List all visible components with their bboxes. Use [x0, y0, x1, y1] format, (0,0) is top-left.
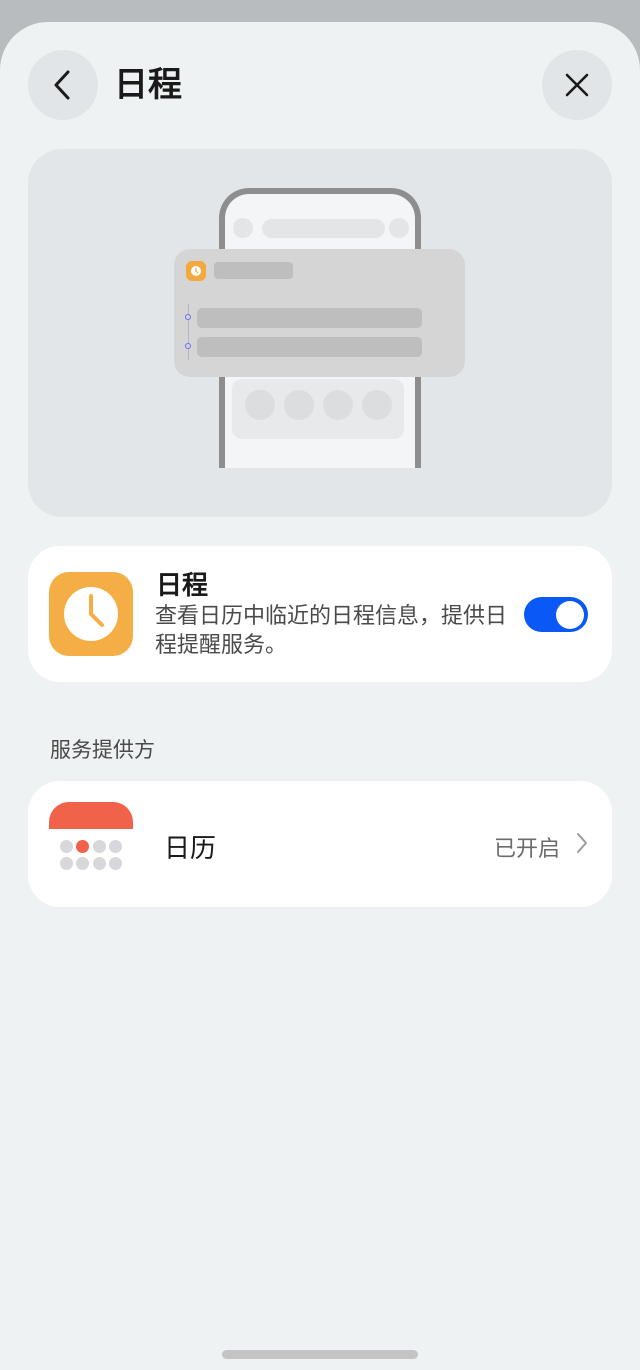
close-button[interactable]	[542, 50, 612, 120]
provider-name: 日历	[164, 834, 217, 864]
phone-app-dot	[245, 390, 275, 420]
schedule-toggle[interactable]	[524, 597, 588, 632]
notification-illustration	[174, 249, 465, 377]
home-indicator[interactable]	[222, 1350, 418, 1359]
phone-status-dot	[389, 218, 409, 238]
phone-status-dot	[233, 218, 253, 238]
back-button[interactable]	[28, 50, 98, 120]
timeline-line	[187, 304, 189, 360]
schedule-description: 查看日历中临近的日程信息，提供日程提醒服务。	[155, 604, 508, 658]
calendar-icon	[49, 802, 133, 886]
close-icon	[565, 73, 589, 97]
phone-app-dot	[323, 390, 353, 420]
provider-status: 已开启	[493, 837, 560, 862]
timeline-dot	[185, 314, 191, 320]
page-title: 日程	[114, 65, 182, 105]
clock-icon	[49, 572, 133, 656]
provider-item-calendar[interactable]: 日历 已开启	[28, 781, 612, 907]
notification-line-placeholder	[197, 308, 422, 328]
chevron-left-icon	[54, 70, 70, 100]
schedule-title: 日程	[156, 571, 209, 601]
toggle-knob	[556, 600, 584, 629]
chevron-right-icon	[577, 833, 587, 853]
section-title-providers: 服务提供方	[50, 738, 155, 762]
feature-illustration	[28, 149, 612, 517]
timeline-dot	[185, 343, 191, 349]
notification-clock-icon	[186, 261, 206, 281]
phone-app-dot	[362, 390, 392, 420]
schedule-card: 日程 查看日历中临近的日程信息，提供日程提醒服务。	[28, 546, 612, 682]
notification-line-placeholder	[197, 337, 422, 357]
settings-sheet: 日程 日程 查看日历中临近的日程信息，提供日程提醒服务。 服务提供方 日历 已开…	[0, 22, 640, 1370]
phone-app-dot	[284, 390, 314, 420]
notification-title-placeholder	[214, 262, 293, 279]
phone-search-bar	[262, 219, 385, 238]
